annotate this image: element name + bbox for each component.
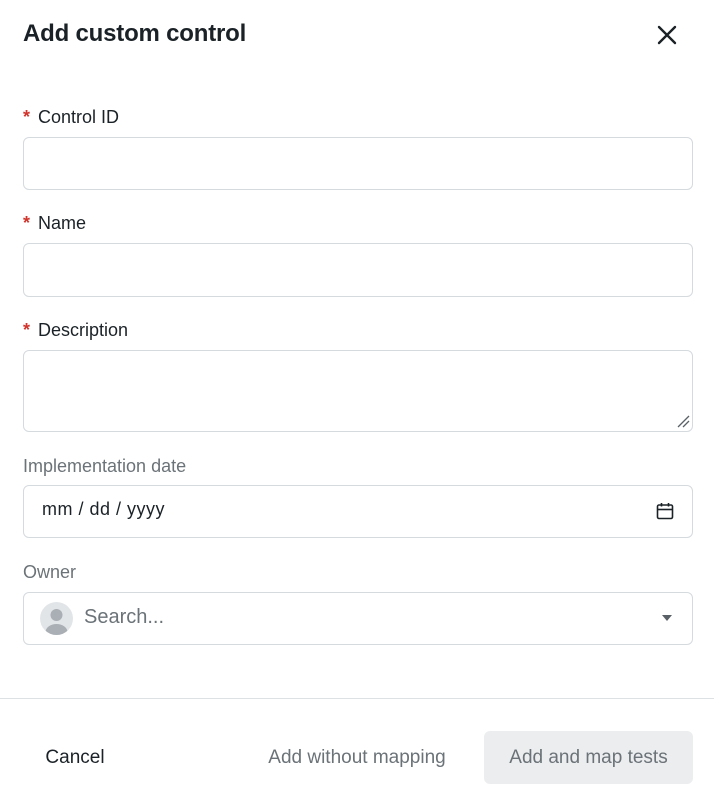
description-textarea[interactable]	[23, 350, 693, 432]
description-label-text: Description	[38, 320, 129, 340]
required-marker: *	[23, 320, 31, 340]
name-input[interactable]	[23, 243, 693, 297]
add-without-mapping-button[interactable]: Add without mapping	[246, 731, 468, 784]
user-avatar-icon	[40, 602, 73, 635]
required-marker: *	[23, 107, 31, 127]
close-button[interactable]	[652, 20, 682, 50]
owner-label: Owner	[23, 562, 77, 582]
control-id-input[interactable]	[23, 137, 693, 190]
date-placeholder: mm / dd / yyyy	[42, 499, 166, 519]
required-marker: *	[23, 213, 31, 233]
implementation-date-label: Implementation date	[23, 456, 187, 476]
add-and-map-tests-button[interactable]: Add and map tests	[484, 731, 693, 784]
control-id-label: * Control ID	[23, 107, 119, 128]
footer-divider	[0, 698, 714, 699]
close-icon	[657, 25, 677, 45]
name-label: * Name	[23, 213, 86, 234]
cancel-button[interactable]: Cancel	[23, 731, 127, 784]
caret-down-icon[interactable]	[662, 615, 672, 621]
calendar-icon[interactable]	[656, 502, 674, 520]
resize-grip-icon[interactable]	[674, 412, 690, 428]
description-label: * Description	[23, 320, 128, 341]
owner-search-placeholder: Search...	[84, 606, 165, 628]
name-label-text: Name	[38, 213, 87, 233]
dialog-title: Add custom control	[23, 20, 247, 47]
add-custom-control-dialog: Add custom control * Control ID * Name *…	[0, 0, 714, 812]
control-id-label-text: Control ID	[38, 107, 120, 127]
